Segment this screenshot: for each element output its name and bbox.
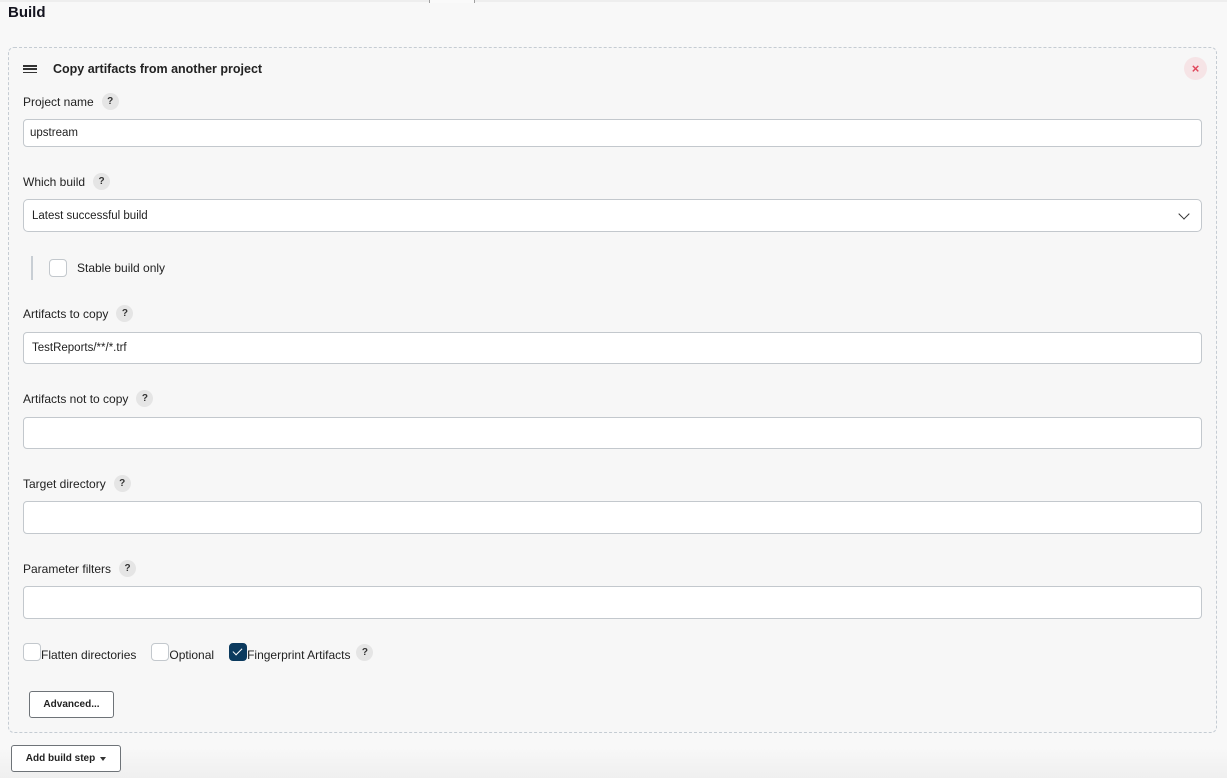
add-build-step-button[interactable]: Add build step [11, 745, 121, 772]
which-build-select[interactable]: Latest successful build [23, 199, 1202, 232]
project-name-label-text: Project name [23, 94, 94, 109]
artifacts-not-to-copy-input[interactable] [23, 417, 1202, 449]
drag-handle-icon[interactable] [23, 63, 37, 75]
top-tab-indicator [429, 0, 475, 3]
artifacts-to-copy-label: Artifacts to copy ? [23, 305, 134, 322]
project-name-help-icon[interactable]: ? [101, 93, 119, 110]
chevron-down-icon [1178, 207, 1190, 220]
stable-build-checkbox[interactable] [49, 259, 67, 277]
parameter-filters-label-text: Parameter filters [23, 561, 112, 576]
artifacts-to-copy-input[interactable] [23, 332, 1202, 364]
flatten-directories-option[interactable]: Flatten directories [23, 643, 136, 661]
project-name-input[interactable] [23, 119, 1202, 147]
top-border [0, 0, 1227, 2]
which-build-label: Which build ? [23, 173, 111, 190]
fingerprint-artifacts-checkbox[interactable] [229, 643, 248, 661]
artifacts-not-to-copy-label-text: Artifacts not to copy [23, 391, 129, 406]
optional-checkbox[interactable] [151, 643, 170, 661]
caret-down-icon [100, 756, 107, 761]
parameter-filters-label: Parameter filters ? [23, 560, 137, 577]
target-directory-label: Target directory ? [23, 475, 131, 492]
fingerprint-artifacts-option[interactable]: Fingerprint Artifacts [229, 643, 350, 661]
project-name-label: Project name ? [23, 93, 119, 110]
flatten-directories-label: Flatten directories [41, 648, 137, 662]
parameter-filters-help-icon[interactable]: ? [119, 560, 137, 577]
fingerprint-artifacts-help-icon[interactable]: ? [356, 643, 374, 661]
target-directory-help-icon[interactable]: ? [113, 475, 131, 492]
target-directory-label-text: Target directory [23, 476, 106, 491]
flatten-directories-checkbox[interactable] [23, 643, 41, 661]
artifacts-to-copy-label-text: Artifacts to copy [23, 306, 109, 321]
stable-build-group: Stable build only [31, 256, 165, 280]
target-directory-input[interactable] [23, 501, 1202, 534]
parameter-filters-input[interactable] [23, 586, 1202, 619]
build-step-card: Copy artifacts from another project × Pr… [8, 47, 1217, 733]
which-build-help-icon[interactable]: ? [93, 173, 111, 190]
artifacts-not-to-copy-label: Artifacts not to copy ? [23, 390, 154, 407]
section-title: Build [8, 4, 46, 21]
close-icon[interactable]: × [1184, 57, 1207, 80]
add-build-step-label: Add build step [25, 753, 96, 764]
advanced-button[interactable]: Advanced... [29, 691, 114, 718]
options-row: Flatten directories Optional Fingerprint… [23, 643, 374, 661]
fingerprint-artifacts-label: Fingerprint Artifacts [247, 648, 351, 662]
which-build-selected: Latest successful build [32, 209, 148, 222]
build-step-header: Copy artifacts from another project [23, 62, 262, 76]
stable-build-label: Stable build only [77, 261, 166, 275]
artifacts-not-to-copy-help-icon[interactable]: ? [136, 390, 154, 407]
artifacts-to-copy-help-icon[interactable]: ? [116, 305, 134, 322]
footer-shade [0, 748, 1227, 778]
optional-label: Optional [169, 648, 215, 662]
which-build-label-text: Which build [23, 174, 86, 189]
build-step-title: Copy artifacts from another project [53, 62, 263, 76]
optional-option[interactable]: Optional [151, 643, 214, 661]
